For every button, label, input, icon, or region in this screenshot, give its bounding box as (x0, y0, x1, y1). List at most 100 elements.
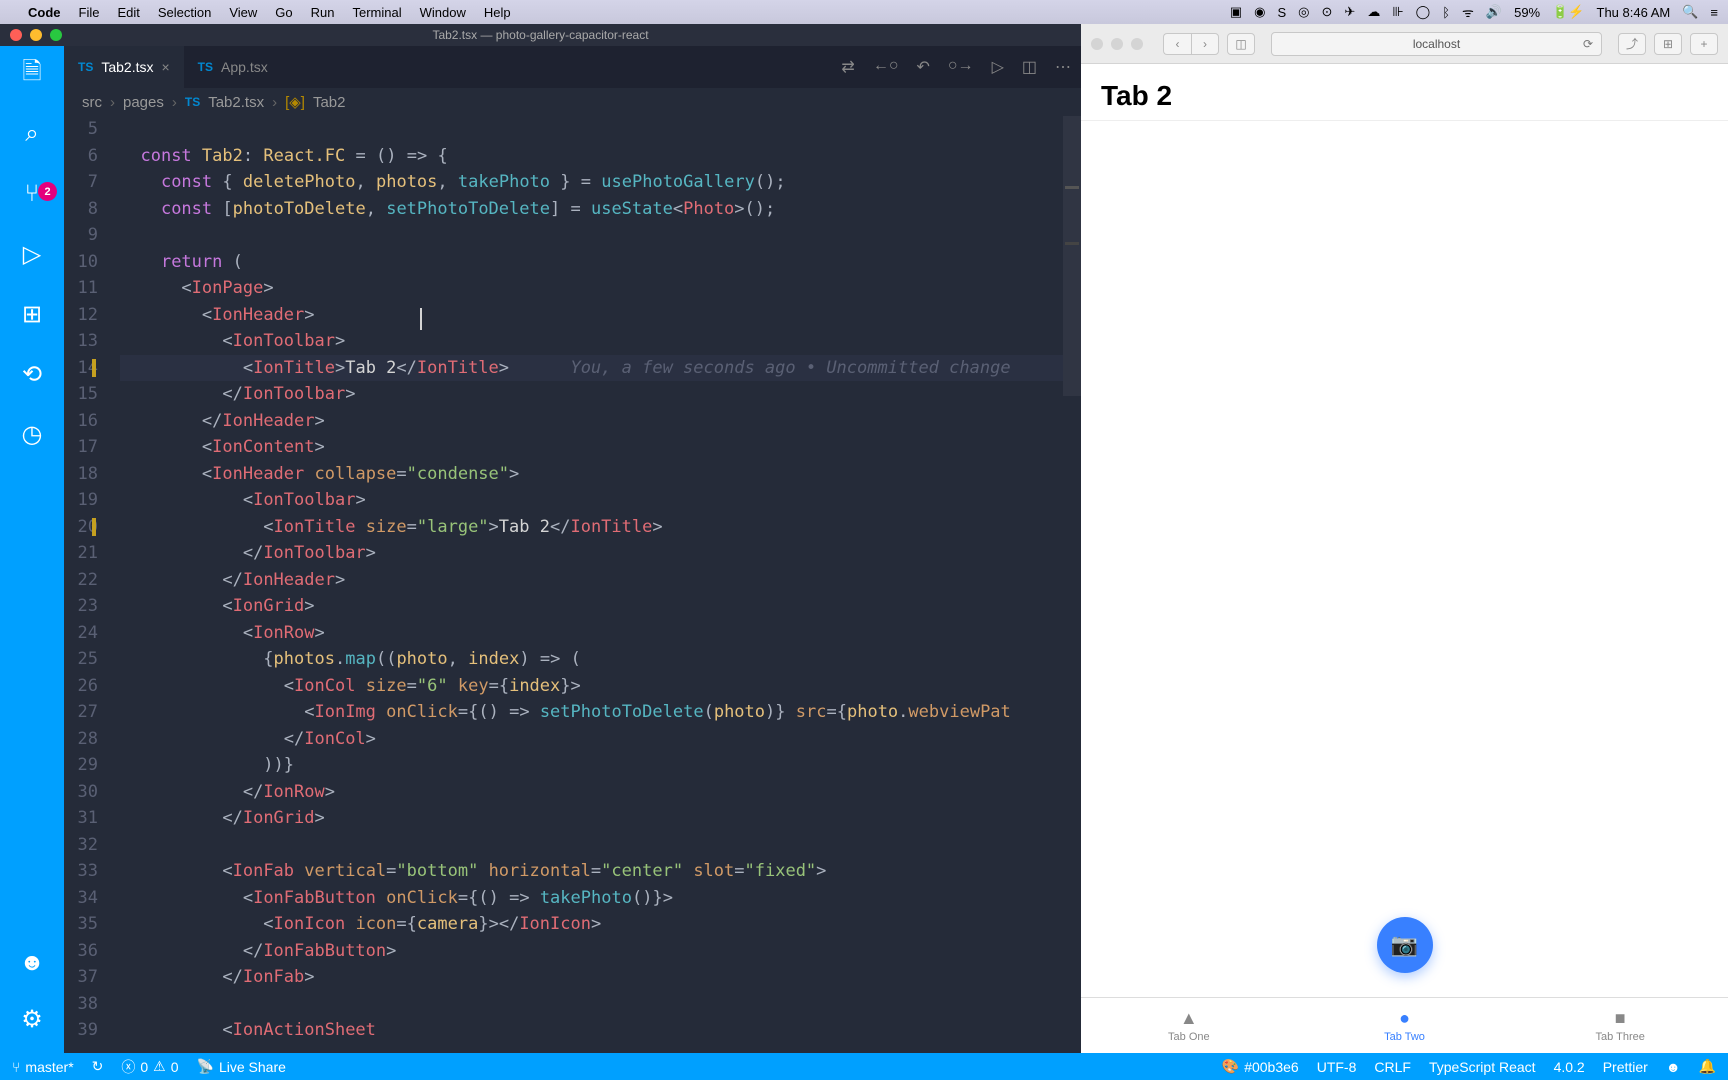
menu-file[interactable]: File (79, 5, 100, 20)
fab-camera-button[interactable]: 📷 (1377, 917, 1433, 973)
tray-icon[interactable]: ⊪ (1392, 4, 1403, 20)
go-forward-icon[interactable]: ○→ (948, 57, 974, 77)
sync-status[interactable]: ↻ (92, 1058, 104, 1075)
breadcrumb-part[interactable]: Tab2.tsx (208, 94, 264, 111)
typescript-icon: TS (185, 95, 200, 109)
color-picker-status[interactable]: 🎨 #00b3e6 (1222, 1058, 1299, 1075)
menubar-clock[interactable]: Thu 8:46 AM (1597, 5, 1671, 20)
spotlight-icon[interactable]: 🔍 (1682, 4, 1698, 20)
tray-icon[interactable]: ◯ (1416, 4, 1431, 20)
wifi-icon[interactable]: ᯤ (1462, 3, 1474, 21)
menu-help[interactable]: Help (484, 5, 511, 20)
explorer-icon[interactable]: 🗎 (18, 60, 46, 88)
minimize-window-button[interactable] (1111, 38, 1123, 50)
tab-one[interactable]: ▲ Tab One (1081, 998, 1297, 1053)
go-back-icon[interactable]: ←○ (873, 57, 899, 77)
run-file-icon[interactable]: ▷ (992, 57, 1004, 77)
reload-icon[interactable]: ⟳ (1583, 37, 1593, 51)
close-window-button[interactable] (1091, 38, 1103, 50)
liveshare-status[interactable]: 📡 Live Share (197, 1058, 286, 1075)
eol-status[interactable]: CRLF (1374, 1059, 1411, 1075)
tray-icon[interactable]: ◎ (1298, 4, 1309, 20)
minimize-window-button[interactable] (30, 29, 42, 41)
tray-icon[interactable]: S (1278, 5, 1287, 20)
extensions-icon[interactable]: ⊞ (18, 300, 46, 328)
run-debug-icon[interactable]: ▷ (18, 240, 46, 268)
sidebar-button[interactable]: ◫ (1227, 33, 1255, 55)
encoding-status[interactable]: UTF-8 (1317, 1059, 1357, 1075)
feedback-icon[interactable]: ☻ (1666, 1059, 1681, 1075)
tab-app-tsx[interactable]: TS App.tsx (184, 46, 282, 88)
revert-icon[interactable]: ↶ (916, 57, 929, 77)
clock-icon[interactable]: ◷ (18, 420, 46, 448)
tray-icon[interactable]: ▣ (1230, 4, 1242, 20)
menu-view[interactable]: View (229, 5, 257, 20)
more-actions-icon[interactable]: ⋯ (1055, 57, 1071, 77)
close-window-button[interactable] (10, 29, 22, 41)
code-editor[interactable]: 5678910111213141516171819202122232425262… (64, 116, 1081, 1053)
typescript-icon: TS (198, 60, 213, 74)
menu-run[interactable]: Run (311, 5, 335, 20)
back-button[interactable]: ‹ (1163, 33, 1191, 55)
compare-changes-icon[interactable]: ⇄ (841, 57, 854, 77)
breadcrumb-part[interactable]: Tab2 (313, 94, 346, 111)
camera-icon: 📷 (1391, 932, 1418, 958)
breadcrumb-part[interactable]: pages (123, 94, 164, 111)
tray-icon[interactable]: ✈ (1344, 4, 1355, 20)
minimap-slider[interactable] (1063, 116, 1081, 396)
forward-button[interactable]: › (1191, 33, 1219, 55)
menu-go[interactable]: Go (275, 5, 292, 20)
tab-three[interactable]: ■ Tab Three (1512, 998, 1728, 1053)
minimap[interactable] (1063, 116, 1081, 1053)
typescript-version-status[interactable]: 4.0.2 (1554, 1059, 1585, 1075)
app-name[interactable]: Code (28, 5, 61, 20)
control-center-icon[interactable]: ≡ (1710, 5, 1718, 20)
prettier-status[interactable]: Prettier (1603, 1059, 1648, 1075)
new-tab-button[interactable]: + (1690, 33, 1718, 55)
text-cursor (420, 308, 422, 330)
battery-percent[interactable]: 59% (1514, 5, 1540, 20)
address-bar[interactable]: localhost ⟳ (1271, 32, 1602, 56)
menu-selection[interactable]: Selection (158, 5, 211, 20)
ellipse-icon: ● (1399, 1008, 1410, 1029)
remote-icon[interactable]: ⟲ (18, 360, 46, 388)
safari-toolbar: ‹ › ◫ localhost ⟳ ⤴ ⊞ + (1081, 24, 1728, 64)
problems-status[interactable]: ⓧ 0 ⚠ 0 (121, 1057, 178, 1077)
menu-window[interactable]: Window (420, 5, 466, 20)
volume-icon[interactable]: 🔊 (1486, 4, 1502, 20)
code-content[interactable]: const Tab2: React.FC = () => { const { d… (120, 116, 1081, 1053)
share-button[interactable]: ⤴ (1618, 33, 1646, 55)
tab-two[interactable]: ● Tab Two (1297, 998, 1513, 1053)
language-mode-status[interactable]: TypeScript React (1429, 1059, 1536, 1075)
page-title: Tab 2 (1081, 64, 1728, 121)
git-branch-status[interactable]: ⑂ master* (12, 1059, 74, 1075)
notifications-icon[interactable]: 🔔 (1699, 1058, 1716, 1075)
maximize-window-button[interactable] (50, 29, 62, 41)
tabs-button[interactable]: ⊞ (1654, 33, 1682, 55)
bluetooth-icon[interactable]: ᛒ (1442, 5, 1450, 20)
ion-content-area[interactable] (1081, 121, 1728, 997)
tray-icon[interactable]: ⊙ (1322, 4, 1333, 20)
tab-close-icon[interactable]: × (161, 59, 169, 75)
accounts-icon[interactable]: ☻ (18, 949, 46, 977)
square-icon: ■ (1615, 1008, 1626, 1029)
split-editor-icon[interactable]: ◫ (1022, 57, 1037, 77)
breadcrumbs[interactable]: src › pages › TS Tab2.tsx › [◈] Tab2 (64, 88, 1081, 116)
tray-icon[interactable]: ◉ (1254, 4, 1265, 20)
page-content: Tab 2 📷 ▲ Tab One ● Tab Two ■ Tab Three (1081, 64, 1728, 1053)
chevron-right-icon: › (110, 94, 115, 111)
vscode-titlebar: Tab2.tsx — photo-gallery-capacitor-react (0, 24, 1081, 46)
typescript-icon: TS (78, 60, 93, 74)
search-icon[interactable]: ⌕ (18, 120, 46, 148)
tab-label: Tab2.tsx (101, 59, 153, 75)
breadcrumb-part[interactable]: src (82, 94, 102, 111)
tray-icon[interactable]: ☁ (1367, 4, 1380, 20)
menu-edit[interactable]: Edit (117, 5, 139, 20)
menu-terminal[interactable]: Terminal (353, 5, 402, 20)
ion-tab-bar: ▲ Tab One ● Tab Two ■ Tab Three (1081, 997, 1728, 1053)
battery-icon[interactable]: 🔋⚡ (1552, 4, 1584, 20)
settings-gear-icon[interactable]: ⚙ (18, 1005, 46, 1033)
tab-tab2-tsx[interactable]: TS Tab2.tsx × (64, 46, 184, 88)
tab-label: App.tsx (221, 59, 268, 75)
maximize-window-button[interactable] (1131, 38, 1143, 50)
